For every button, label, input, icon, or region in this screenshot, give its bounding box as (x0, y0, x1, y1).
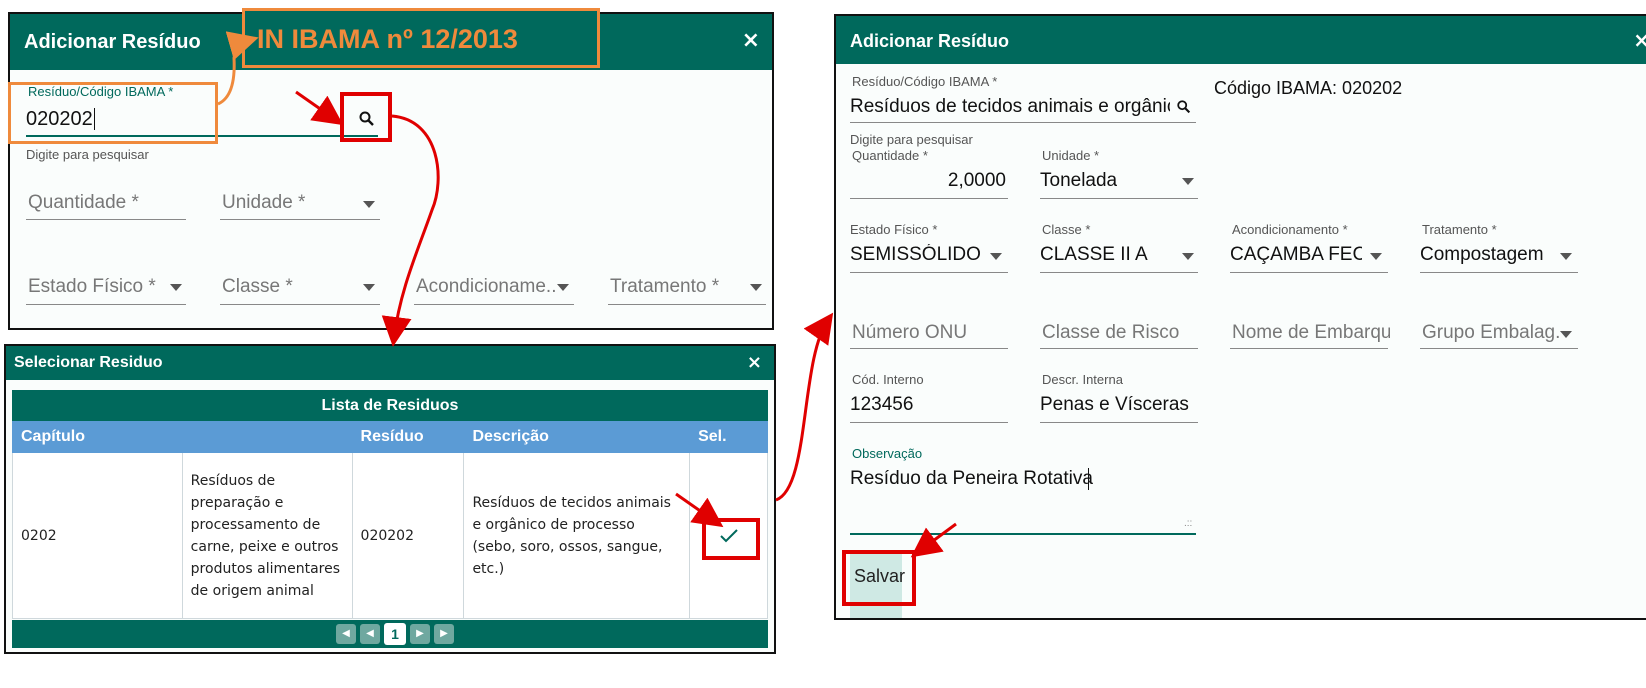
red-curve-to-select-dialog (381, 114, 440, 347)
annotation-arrows (217, 31, 957, 558)
red-curve-to-right-dialog (775, 312, 834, 502)
red-arrow-to-save (910, 522, 957, 558)
orange-connector-arrow (217, 31, 259, 106)
red-arrow-to-check (675, 492, 724, 528)
red-arrow-to-search (295, 90, 344, 126)
